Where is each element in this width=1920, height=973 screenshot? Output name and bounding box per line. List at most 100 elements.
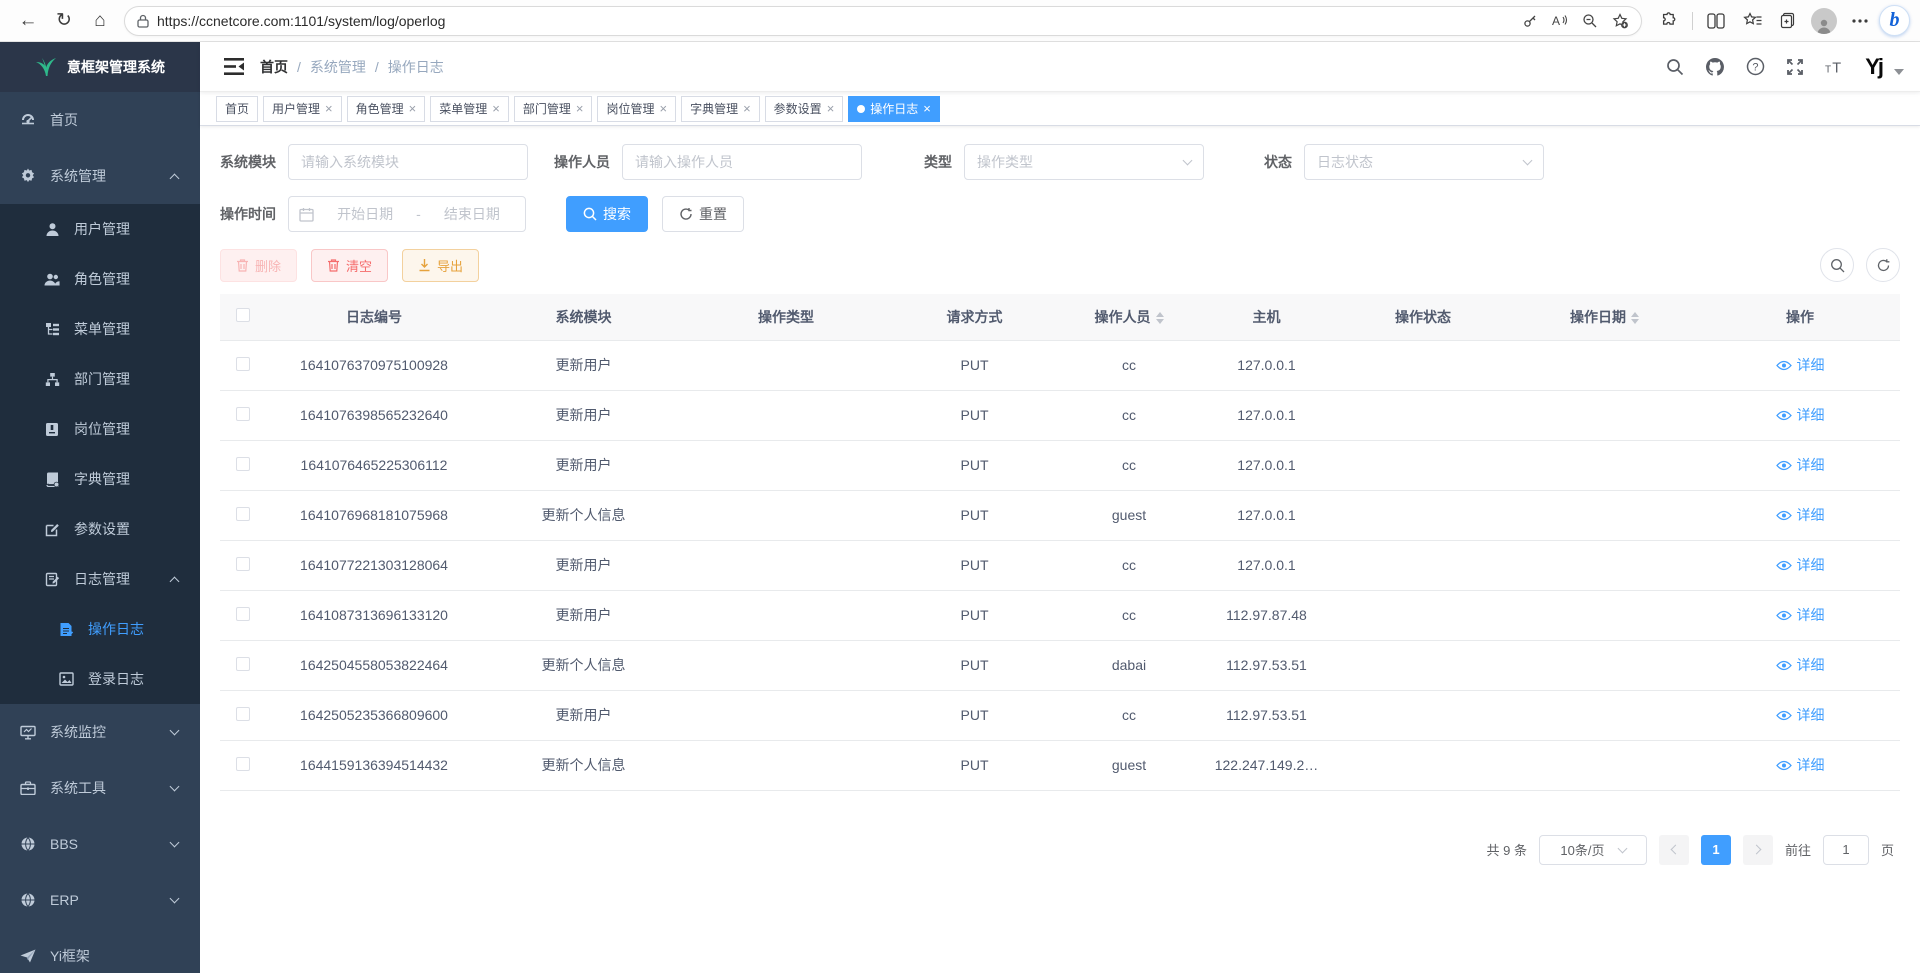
next-page-button[interactable]: [1743, 835, 1773, 865]
collections-icon[interactable]: [1771, 5, 1805, 37]
export-button[interactable]: 导出: [402, 249, 479, 282]
favorites-bar-icon[interactable]: [1735, 5, 1769, 37]
tab-home[interactable]: 首页: [216, 96, 258, 122]
browser-home-button[interactable]: ⌂: [82, 5, 118, 37]
detail-link[interactable]: 详细: [1776, 405, 1825, 425]
bing-sidebar-icon[interactable]: b: [1879, 5, 1910, 36]
help-icon[interactable]: ?: [1745, 57, 1765, 77]
detail-link[interactable]: 详细: [1776, 505, 1825, 525]
sidebar-item-erp[interactable]: ERP: [0, 872, 200, 928]
select-all-checkbox[interactable]: [236, 308, 250, 322]
table-refresh-button[interactable]: [1866, 248, 1900, 282]
sidebar-item-bbs[interactable]: BBS: [0, 816, 200, 872]
page-size-select[interactable]: 10条/页: [1539, 835, 1647, 865]
table-search-toggle-button[interactable]: [1820, 248, 1854, 282]
row-checkbox[interactable]: [236, 557, 250, 571]
read-aloud-icon[interactable]: A: [1545, 8, 1575, 34]
row-checkbox[interactable]: [236, 507, 250, 521]
sidebar-item-yi-framework[interactable]: Yi框架: [0, 928, 200, 973]
sidebar-item-login-log[interactable]: 登录日志: [0, 654, 200, 704]
module-input[interactable]: [288, 144, 528, 180]
detail-link[interactable]: 详细: [1776, 655, 1825, 675]
more-options-icon[interactable]: [1843, 5, 1877, 37]
tab-close-icon[interactable]: ×: [923, 102, 931, 115]
start-date-placeholder[interactable]: 开始日期: [322, 204, 408, 224]
reset-button[interactable]: 重置: [662, 196, 744, 232]
sidebar-item-department-management[interactable]: 部门管理: [0, 354, 200, 404]
tab-close-icon[interactable]: ×: [409, 102, 417, 115]
avatar-dropdown-caret[interactable]: [1894, 69, 1904, 75]
sidebar-item-system-management[interactable]: 系统管理: [0, 148, 200, 204]
detail-link[interactable]: 详细: [1776, 605, 1825, 625]
fullscreen-icon[interactable]: [1785, 57, 1805, 77]
browser-refresh-button[interactable]: ↻: [46, 5, 82, 37]
sidebar-item-user-management[interactable]: 用户管理: [0, 204, 200, 254]
detail-link[interactable]: 详细: [1776, 455, 1825, 475]
extensions-icon[interactable]: [1652, 5, 1686, 37]
sidebar-item-menu-management[interactable]: 菜单管理: [0, 304, 200, 354]
end-date-placeholder[interactable]: 结束日期: [429, 204, 515, 224]
zoom-out-icon[interactable]: [1575, 8, 1605, 34]
sidebar-item-dictionary-management[interactable]: 字典管理: [0, 454, 200, 504]
tab-close-icon[interactable]: ×: [827, 102, 835, 115]
header-search-icon[interactable]: [1665, 57, 1685, 77]
sidebar-item-operation-log[interactable]: 操作日志: [0, 604, 200, 654]
type-select[interactable]: 操作类型: [964, 144, 1204, 180]
font-size-icon[interactable]: TT: [1825, 57, 1845, 77]
tab-close-icon[interactable]: ×: [325, 102, 333, 115]
sort-icon[interactable]: [1156, 312, 1164, 324]
clear-button[interactable]: 清空: [311, 249, 388, 282]
row-checkbox[interactable]: [236, 407, 250, 421]
tab-operation-log[interactable]: 操作日志×: [848, 96, 940, 122]
tab-department-management[interactable]: 部门管理×: [514, 96, 593, 122]
split-screen-icon[interactable]: [1699, 5, 1733, 37]
tab-parameter-settings[interactable]: 参数设置×: [765, 96, 844, 122]
favorite-add-icon[interactable]: [1605, 8, 1635, 34]
sort-icon[interactable]: [1631, 312, 1639, 324]
tab-post-management[interactable]: 岗位管理×: [597, 96, 676, 122]
tab-menu-management[interactable]: 菜单管理×: [430, 96, 509, 122]
page-number-1[interactable]: 1: [1701, 835, 1731, 865]
prev-page-button[interactable]: [1659, 835, 1689, 865]
column-operator[interactable]: 操作人员: [1062, 294, 1196, 340]
profile-avatar[interactable]: [1807, 5, 1841, 37]
date-range-picker[interactable]: 开始日期 - 结束日期: [288, 196, 526, 232]
sidebar-collapse-button[interactable]: [216, 49, 252, 85]
detail-link[interactable]: 详细: [1776, 755, 1825, 775]
operator-input[interactable]: [622, 144, 862, 180]
tab-dictionary-management[interactable]: 字典管理×: [681, 96, 760, 122]
url-text[interactable]: https://ccnetcore.com:1101/system/log/op…: [157, 13, 1515, 29]
column-op-date[interactable]: 操作日期: [1509, 294, 1700, 340]
row-checkbox[interactable]: [236, 357, 250, 371]
row-checkbox[interactable]: [236, 657, 250, 671]
sidebar-item-post-management[interactable]: 岗位管理: [0, 404, 200, 454]
tab-close-icon[interactable]: ×: [576, 102, 584, 115]
sidebar-item-home[interactable]: 首页: [0, 92, 200, 148]
delete-button[interactable]: 删除: [220, 249, 297, 282]
sidebar-item-system-tools[interactable]: 系统工具: [0, 760, 200, 816]
breadcrumb-section[interactable]: 系统管理: [310, 57, 366, 77]
tab-close-icon[interactable]: ×: [659, 102, 667, 115]
sidebar-item-system-monitor[interactable]: 系统监控: [0, 704, 200, 760]
browser-back-button[interactable]: ←: [10, 5, 46, 37]
row-checkbox[interactable]: [236, 457, 250, 471]
status-select[interactable]: 日志状态: [1304, 144, 1544, 180]
detail-link[interactable]: 详细: [1776, 555, 1825, 575]
github-icon[interactable]: [1705, 57, 1725, 77]
row-checkbox[interactable]: [236, 707, 250, 721]
tab-user-management[interactable]: 用户管理×: [263, 96, 342, 122]
detail-link[interactable]: 详细: [1776, 705, 1825, 725]
row-checkbox[interactable]: [236, 607, 250, 621]
tab-close-icon[interactable]: ×: [743, 102, 751, 115]
sidebar-item-parameter-settings[interactable]: 参数设置: [0, 504, 200, 554]
app-logo[interactable]: 意框架管理系统: [0, 42, 200, 92]
search-button[interactable]: 搜索: [566, 196, 648, 232]
sidebar-item-role-management[interactable]: 角色管理: [0, 254, 200, 304]
tab-role-management[interactable]: 角色管理×: [347, 96, 426, 122]
goto-page-input[interactable]: [1823, 835, 1869, 865]
tab-close-icon[interactable]: ×: [492, 102, 500, 115]
password-key-icon[interactable]: [1515, 8, 1545, 34]
detail-link[interactable]: 详细: [1776, 355, 1825, 375]
breadcrumb-home[interactable]: 首页: [260, 57, 288, 77]
address-bar[interactable]: https://ccnetcore.com:1101/system/log/op…: [124, 6, 1642, 36]
